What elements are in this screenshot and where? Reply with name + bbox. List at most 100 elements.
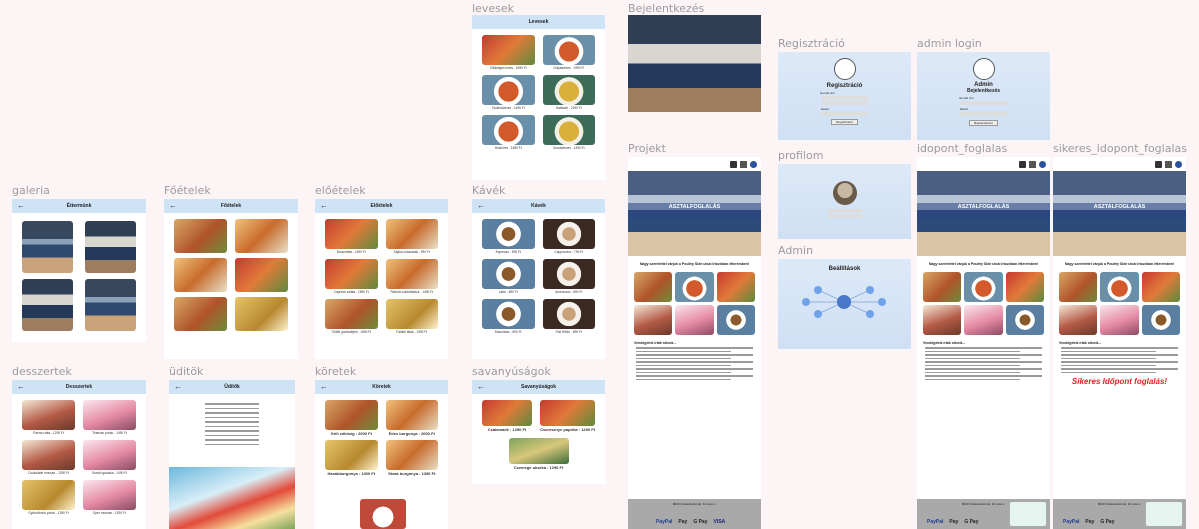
list-item[interactable] xyxy=(235,258,288,292)
list-item[interactable]: Latte - 890 Ft xyxy=(482,259,535,294)
calendar-widget[interactable] xyxy=(1010,502,1046,526)
gallery-image[interactable] xyxy=(22,221,73,273)
menu-icon[interactable] xyxy=(1155,160,1162,168)
menu-icon[interactable] xyxy=(730,160,737,168)
list-item[interactable]: Macchiato - 690 Ft xyxy=(482,299,535,334)
menu-card[interactable] xyxy=(716,272,755,302)
menu-card[interactable] xyxy=(1059,305,1098,335)
list-item[interactable]: Falafel tálak - 1390 Ft xyxy=(385,299,438,334)
list-item[interactable]: Espresso - 590 Ft xyxy=(482,219,535,254)
payment-icons: PayPal Pay G Pay xyxy=(1063,519,1115,525)
menu-card[interactable] xyxy=(964,272,1003,302)
item-caption: Espresso - 590 Ft xyxy=(495,250,521,254)
password-field[interactable] xyxy=(820,112,869,116)
back-arrow-icon[interactable]: ← xyxy=(477,201,485,211)
item-caption: Zöldséges leves - 1690 Ft xyxy=(489,66,527,70)
list-item[interactable]: Gombaleves - 1490 Ft xyxy=(542,115,595,150)
menu-card[interactable] xyxy=(923,272,962,302)
list-item[interactable]: Rántott csirkefalatok - 1490 Ft xyxy=(385,259,438,294)
login-icon[interactable] xyxy=(1165,160,1172,168)
list-item[interactable] xyxy=(174,258,227,292)
rice-image[interactable] xyxy=(360,499,406,529)
email-field[interactable] xyxy=(820,96,869,100)
menu-card[interactable] xyxy=(675,305,714,335)
menu-icon[interactable] xyxy=(1019,160,1026,168)
logo-icon xyxy=(833,58,856,80)
menu-card[interactable] xyxy=(1141,305,1180,335)
hero-banner: ASZTALFOGLALÁS xyxy=(1053,171,1186,256)
list-item[interactable]: Húsleves - 1690 Ft xyxy=(482,115,535,150)
menu-card[interactable] xyxy=(634,272,673,302)
list-item[interactable]: Hasábburgonya : 1300 Ft xyxy=(325,440,378,476)
menu-card[interactable] xyxy=(1005,305,1044,335)
login-button[interactable]: Bejelentkezés xyxy=(969,120,998,126)
list-item[interactable]: Töltött gombafejek - 1590 Ft xyxy=(325,299,378,334)
profile-field xyxy=(826,209,863,213)
list-item[interactable]: Tyúkhúsleves - 1490 Ft xyxy=(482,75,535,110)
frame-label-projekt: Projekt xyxy=(628,142,666,155)
back-arrow-icon[interactable]: ← xyxy=(17,382,25,392)
footer: 8000 Székesfehérvár, Fő utca 1. PayPal P… xyxy=(628,499,761,529)
login-icon[interactable] xyxy=(1029,160,1036,168)
menu-card[interactable] xyxy=(716,305,755,335)
list-item[interactable]: Tiramisu pohár - 1490 Ft xyxy=(83,400,136,435)
login-icon[interactable] xyxy=(740,160,747,168)
list-item[interactable]: Csalamádé : 1290 Ft xyxy=(482,400,533,432)
footer-address: 8000 Székesfehérvár, Fő utca 1. xyxy=(672,502,717,506)
list-item[interactable]: Bruschetta - 1490 Ft xyxy=(325,219,378,254)
user-icon[interactable] xyxy=(750,160,757,168)
gallery-image[interactable] xyxy=(85,221,136,273)
list-item[interactable]: Panna cotta - 1290 Ft xyxy=(22,400,75,435)
menu-card[interactable] xyxy=(1005,272,1044,302)
list-item[interactable]: Édes burgonya : 2000 Ft xyxy=(385,400,438,436)
user-icon[interactable] xyxy=(1039,160,1046,168)
list-item[interactable]: Gulyásleves - 1990 Ft xyxy=(542,35,595,70)
list-item[interactable]: Csemege uborka : 1290 Ft xyxy=(508,438,569,470)
list-item[interactable] xyxy=(174,219,227,253)
list-item[interactable]: Somlói galuska - 1490 Ft xyxy=(83,440,136,475)
list-item[interactable]: Americano - 690 Ft xyxy=(542,259,595,294)
back-arrow-icon[interactable]: ← xyxy=(320,382,328,392)
gallery-image[interactable] xyxy=(85,279,136,331)
list-item[interactable]: Flat White - 890 Ft xyxy=(542,299,595,334)
user-icon[interactable] xyxy=(1175,160,1182,168)
list-item[interactable] xyxy=(235,297,288,331)
menu-card[interactable] xyxy=(634,305,673,335)
list-item[interactable] xyxy=(235,219,288,253)
menu-card[interactable] xyxy=(1141,272,1180,302)
success-message: Sikeres Időpont foglalás! xyxy=(1071,377,1168,386)
list-item[interactable]: Eper mousse - 1390 Ft xyxy=(83,480,136,515)
back-arrow-icon[interactable]: ← xyxy=(174,382,182,392)
gallery-image[interactable] xyxy=(22,279,73,331)
list-item[interactable]: Halászlé - 2190 Ft xyxy=(542,75,595,110)
email-field[interactable] xyxy=(959,101,1008,105)
register-button[interactable]: Regisztráció xyxy=(831,119,858,125)
back-arrow-icon[interactable]: ← xyxy=(477,382,485,392)
item-caption: Macchiato - 690 Ft xyxy=(495,330,522,334)
profile-field xyxy=(826,214,863,218)
back-arrow-icon[interactable]: ← xyxy=(320,201,328,211)
list-item[interactable]: Zöldséges leves - 1690 Ft xyxy=(482,35,535,70)
google-pay-icon: G Pay xyxy=(693,519,708,525)
calendar-widget[interactable] xyxy=(1146,502,1182,526)
reviews-title: Vendégeink írták rólunk... xyxy=(923,341,966,345)
list-item[interactable]: Csokoládé mousse - 1290 Ft xyxy=(22,440,75,475)
menu-card[interactable] xyxy=(964,305,1003,335)
list-item[interactable]: Grill zöldség : 2000 Ft xyxy=(325,400,378,436)
list-item[interactable]: Cseresznye paprika : 1290 Ft xyxy=(540,400,595,432)
list-item[interactable]: Gyümölcsös pohár - 1390 Ft xyxy=(22,480,75,515)
list-item[interactable]: Cappuccino - 790 Ft xyxy=(542,219,595,254)
list-item[interactable]: Steak burgonya : 1390 Ft xyxy=(385,440,438,476)
back-arrow-icon[interactable]: ← xyxy=(169,201,177,211)
menu-card[interactable] xyxy=(1059,272,1098,302)
menu-card[interactable] xyxy=(1100,305,1139,335)
menu-card[interactable] xyxy=(675,272,714,302)
menu-card[interactable] xyxy=(1100,272,1139,302)
list-item[interactable]: Sajtos rudacskák - 990 Ft xyxy=(385,219,438,254)
password-field[interactable] xyxy=(959,112,1008,116)
list-item[interactable] xyxy=(174,297,227,331)
menu-card[interactable] xyxy=(923,305,962,335)
name-field[interactable] xyxy=(820,101,869,105)
list-item[interactable]: Caprese saláta - 1690 Ft xyxy=(325,259,378,294)
back-arrow-icon[interactable]: ← xyxy=(17,201,25,211)
